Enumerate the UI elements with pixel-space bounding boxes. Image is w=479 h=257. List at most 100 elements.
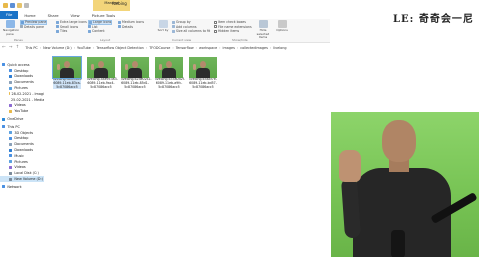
- small-icons-icon: [56, 25, 59, 29]
- item-check-boxes-toggle[interactable]: Item check boxes: [214, 20, 252, 25]
- sort-icon: [158, 20, 168, 28]
- item-check-boxes-label: Item check boxes: [218, 20, 246, 25]
- details-icon: [118, 25, 121, 29]
- tiles-option[interactable]: Tiles: [56, 29, 87, 34]
- sort-by-button[interactable]: Sort by: [157, 20, 169, 33]
- nav-label: Documents: [14, 142, 34, 147]
- file-name: livelong.58e953a3-6089-11eb-9ac4-5c87086…: [87, 77, 118, 89]
- image-thumbnail: [52, 56, 82, 79]
- document-icon: [9, 142, 13, 146]
- thumbnail-head: [200, 61, 206, 68]
- breadcrumb-separator: ›: [92, 45, 95, 50]
- breadcrumb[interactable]: This PC › New Volume (D:) › YouTube › Tenso…: [25, 46, 286, 50]
- nav-label: Desktop: [14, 68, 29, 73]
- file-thumbnail[interactable]: livelong.62de02c2-6089-11eb-85d1-5c87086…: [121, 57, 152, 89]
- details-option[interactable]: Details: [118, 25, 144, 30]
- breadcrumb-item[interactable]: Tensorflow: [176, 46, 194, 50]
- options-button[interactable]: Options: [275, 20, 289, 33]
- breadcrumb-item[interactable]: This PC: [25, 46, 37, 50]
- panes-group-label: Panes: [14, 38, 23, 42]
- add-columns-label: Add columns: [176, 24, 197, 29]
- new-folder-icon[interactable]: [17, 3, 22, 8]
- large-icons-icon: [89, 20, 92, 24]
- video-icon: [9, 165, 13, 169]
- navigation-pane-button[interactable]: Navigation pane: [3, 20, 19, 36]
- up-arrow-icon[interactable]: ↑: [16, 45, 20, 50]
- breadcrumb-item[interactable]: collectedimages: [240, 46, 268, 50]
- medium-icons-option[interactable]: Medium icons: [118, 20, 144, 25]
- small-icons-label: Small icons: [60, 24, 79, 29]
- list-label: List: [92, 24, 98, 29]
- breadcrumb-separator: ›: [145, 45, 148, 50]
- tab-view[interactable]: View: [65, 13, 86, 18]
- star-icon: [2, 63, 6, 67]
- navigation-pane: Quick access Desktop Downloads Documents…: [0, 52, 44, 257]
- file-extensions-toggle[interactable]: File name extensions: [214, 25, 252, 30]
- chevron-down-icon[interactable]: [24, 3, 29, 8]
- extra-large-icons-icon: [56, 20, 59, 24]
- breadcrumb-separator: ›: [39, 45, 42, 50]
- hide-selected-button[interactable]: Hide selected items: [256, 20, 270, 40]
- breadcrumb-item[interactable]: TFODCourse: [149, 46, 170, 50]
- file-thumbnail[interactable]: livelong.6584f7e-6089-11eb-bd57-5c87086a…: [189, 57, 217, 89]
- tab-home[interactable]: Home: [18, 13, 41, 18]
- nav-onedrive[interactable]: OneDrive: [0, 116, 44, 122]
- content-label: Content: [92, 29, 105, 34]
- nav-label: Pictures: [14, 159, 28, 164]
- address-bar[interactable]: ← → ↑ This PC › New Volume (D:) › YouTube ›…: [0, 43, 330, 52]
- folder-icon: [3, 3, 8, 8]
- breadcrumb-item[interactable]: livelong: [273, 46, 286, 50]
- cloud-icon: [2, 117, 6, 121]
- tiles-icon: [56, 29, 59, 33]
- download-icon: [9, 74, 13, 78]
- content-option[interactable]: Content: [88, 29, 112, 34]
- properties-icon[interactable]: [10, 3, 15, 8]
- webcam-overlay: [331, 112, 479, 257]
- breadcrumb-item[interactable]: images: [223, 46, 235, 50]
- details-pane-icon: [20, 25, 23, 29]
- video-icon: [9, 103, 13, 107]
- nav-item-new-volume[interactable]: New Volume (D:): [0, 176, 44, 182]
- tab-file[interactable]: File: [0, 11, 19, 19]
- hidden-items-toggle[interactable]: Hidden items: [214, 29, 252, 34]
- forward-arrow-icon[interactable]: →: [9, 45, 13, 50]
- download-icon: [9, 148, 13, 152]
- details-pane-label: Details pane: [24, 24, 45, 29]
- thumbnail-head: [166, 61, 172, 68]
- hide-selected-label: Hide selected items: [256, 28, 270, 40]
- network-icon: [2, 185, 6, 189]
- sort-by-label: Sort by: [157, 28, 169, 32]
- file-thumbnail[interactable]: livelong.635a0d2f-6089-11eb-a9fc-5c87086…: [155, 57, 185, 89]
- thumbnail-body: [94, 68, 108, 78]
- preview-pane-label: Preview pane: [25, 20, 47, 25]
- nav-network[interactable]: Network: [0, 184, 44, 190]
- extra-large-icons-option[interactable]: Extra large icons: [56, 20, 87, 25]
- folder-icon: [9, 109, 13, 113]
- file-thumbnail[interactable]: livelong.38df5a0f-6089-11eb-83ca-5c87086…: [52, 56, 82, 90]
- tab-picture-tools[interactable]: Picture Tools: [86, 13, 122, 18]
- thumbnail-body: [196, 68, 210, 78]
- breadcrumb-separator: ›: [269, 45, 272, 50]
- computer-icon: [2, 125, 6, 129]
- breadcrumb-separator: ›: [172, 45, 174, 50]
- file-thumbnail[interactable]: livelong.58e953a3-6089-11eb-9ac4-5c87086…: [87, 57, 118, 89]
- size-columns-button[interactable]: Size all columns to fit: [172, 29, 210, 34]
- thumbnail-body: [60, 68, 74, 78]
- file-name: livelong.6584f7e-6089-11eb-bd57-5c87086a…: [189, 77, 217, 89]
- breadcrumb-item[interactable]: YouTube: [77, 46, 91, 50]
- breadcrumb-item[interactable]: New Volume (D:): [43, 46, 72, 50]
- breadcrumb-item[interactable]: Tensorflow Object Detection: [96, 46, 144, 50]
- details-pane-button[interactable]: Details pane: [20, 25, 47, 30]
- nav-arrows: ← → ↑: [2, 45, 19, 50]
- show-hide-group-label: Show/hide: [232, 38, 248, 42]
- current-view-group-label: Current view: [172, 38, 192, 42]
- pictures-icon: [9, 86, 13, 90]
- thumbnail-head: [64, 61, 70, 68]
- preview-pane-button[interactable]: Preview pane: [20, 20, 48, 25]
- nav-item-youtube[interactable]: YouTube: [0, 108, 44, 114]
- tab-share[interactable]: Share: [42, 13, 65, 18]
- breadcrumb-separator: ›: [219, 45, 221, 50]
- back-arrow-icon[interactable]: ←: [2, 45, 6, 50]
- thumbnail-head: [98, 61, 104, 68]
- breadcrumb-item[interactable]: workspace: [199, 46, 217, 50]
